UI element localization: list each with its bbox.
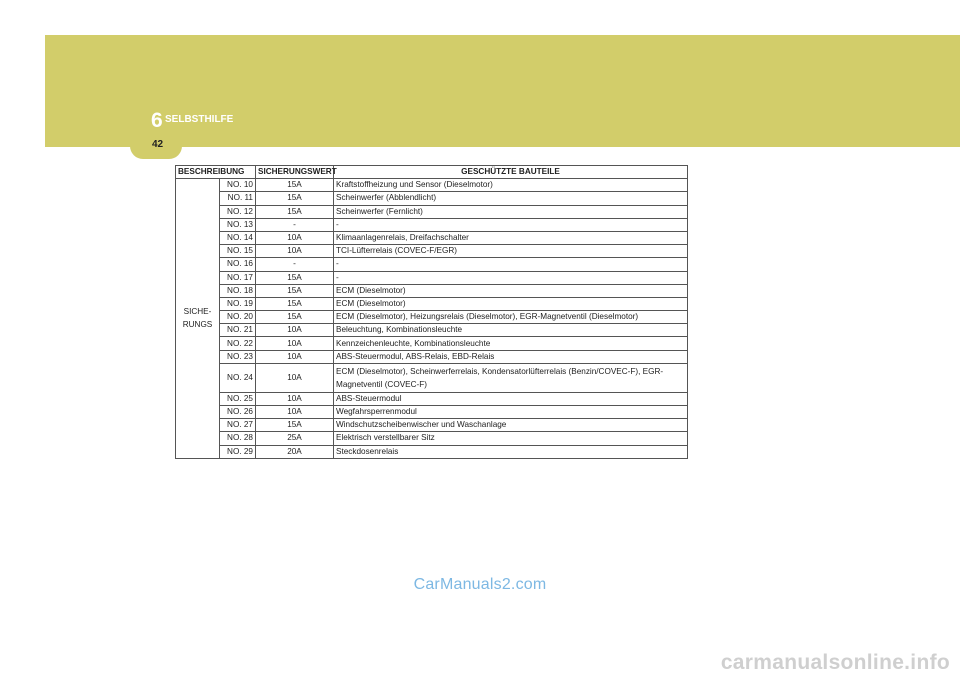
fuse-number: NO. 22 bbox=[219, 336, 256, 351]
watermark-carmanualsonline: carmanualsonline.info bbox=[720, 651, 950, 674]
fuse-rating: 15A bbox=[255, 204, 334, 219]
table-row: NO. 29 20A Steckdosenrelais bbox=[176, 444, 688, 459]
fuse-number: NO. 17 bbox=[219, 270, 256, 285]
fuse-rating: 15A bbox=[255, 270, 334, 285]
table-row: NO. 16- - bbox=[176, 257, 688, 272]
header-rating: SICHERUNGSWERT bbox=[255, 164, 337, 180]
table-row: NO. 27 15A Windschutzscheibenwischer und W… bbox=[176, 418, 688, 433]
fuse-number: NO. 29 bbox=[219, 444, 256, 459]
table-row: SICHE- RUNGS NO. 10 15A Kraftstoffheizung un… bbox=[175, 178, 688, 459]
chapter-header-band bbox=[45, 35, 960, 147]
table-row: NO. 25 10A ABS-Steuermodul bbox=[176, 391, 688, 407]
protected-components: ECM (Dieselmotor) bbox=[333, 283, 688, 298]
table-row: NO. 14 10A Klimaanlagenrelais, Dreifachsch… bbox=[176, 230, 688, 246]
table-row: NO. 11 15A Scheinwerfer (Abblendlicht) bbox=[176, 191, 688, 206]
fuse-number: NO. 23 bbox=[219, 349, 256, 364]
fuse-rating: 10A bbox=[255, 404, 334, 420]
protected-components: ABS-Steuermodul, ABS-Relais, EBD-Relais bbox=[333, 349, 688, 364]
fuse-rating: 15A bbox=[255, 296, 334, 312]
fuse-rating: - bbox=[255, 257, 334, 272]
fuse-rating: 10A bbox=[255, 362, 334, 393]
protected-components: Beleuchtung, Kombinationsleuchte bbox=[333, 323, 688, 338]
protected-components: Elektrisch verstellbarer Sitz bbox=[333, 431, 688, 446]
protected-components: ECM (Dieselmotor) bbox=[333, 296, 688, 312]
fuse-number: NO. 19 bbox=[219, 296, 256, 312]
protected-components: Scheinwerfer (Fernlicht) bbox=[333, 204, 688, 219]
table-row: NO. 28 25A Elektrisch verstellbarer Sitz bbox=[176, 431, 688, 446]
description-value-line2: RUNGS bbox=[182, 320, 213, 330]
watermark-carmanuals2[interactable]: CarManuals2.com bbox=[0, 576, 960, 594]
header-description: BESCHREIBUNG bbox=[175, 164, 256, 180]
description-cell: SICHE- RUNGS bbox=[175, 178, 220, 459]
fuse-rating: 15A bbox=[255, 310, 334, 325]
fuse-rating: 10A bbox=[255, 349, 334, 364]
fuse-rating: 15A bbox=[255, 178, 334, 193]
protected-components: Kennzeichenleuchte, Kombinationsleuchte bbox=[333, 336, 688, 351]
protected-components: Windschutzscheibenwischer und Waschanlag… bbox=[333, 418, 688, 433]
protected-components: Steckdosenrelais bbox=[333, 444, 688, 459]
fuse-number: NO. 27 bbox=[219, 418, 256, 433]
fuse-rating: 25A bbox=[255, 431, 334, 446]
protected-components: ECM (Dieselmotor), Heizungsrelais (Diese… bbox=[333, 310, 688, 325]
fuse-number: NO. 16 bbox=[219, 257, 256, 272]
protected-components: - bbox=[333, 270, 688, 285]
fuse-number: NO. 18 bbox=[219, 283, 256, 298]
fuse-number: NO. 13 bbox=[219, 217, 256, 232]
protected-components: Scheinwerfer (Abblendlicht) bbox=[333, 191, 688, 206]
table-row: NO. 21 10A Beleuchtung, Kombinationsleucht… bbox=[176, 323, 688, 338]
fuse-number: NO. 28 bbox=[219, 431, 256, 446]
table-row: NO. 24 10A ECM (Dieselmotor), Scheinwerfer… bbox=[176, 362, 688, 393]
protected-components: ECM (Dieselmotor), Scheinwerferrelais, K… bbox=[333, 362, 688, 393]
fuse-rating: - bbox=[255, 217, 334, 232]
fuse-number: NO. 20 bbox=[219, 310, 256, 325]
fuse-rating: 15A bbox=[255, 418, 334, 433]
protected-components: - bbox=[333, 257, 688, 272]
fuse-number: NO. 12 bbox=[219, 204, 256, 219]
fuse-rating: 15A bbox=[255, 191, 334, 206]
table-row: NO. 12 15A Scheinwerfer (Fernlicht) bbox=[176, 204, 688, 219]
fuse-number: NO. 21 bbox=[219, 323, 256, 338]
page-number: 42 bbox=[152, 139, 164, 150]
protected-components: Kraftstoffheizung und Sensor (Dieselmoto… bbox=[333, 178, 688, 193]
protected-components: - bbox=[333, 217, 688, 232]
fuse-table: BESCHREIBUNG SICHERUNGSWERT GESCHÜTZTE B… bbox=[175, 164, 688, 459]
protected-components: Wegfahrsperrenmodul bbox=[333, 404, 688, 420]
fuse-rating: 10A bbox=[255, 244, 334, 259]
header-components: GESCHÜTZTE BAUTEILE bbox=[333, 164, 688, 180]
fuse-rating: 10A bbox=[255, 230, 334, 246]
fuse-rating: 10A bbox=[255, 391, 334, 407]
fuse-rating: 10A bbox=[255, 336, 334, 351]
fuse-number: NO. 24 bbox=[219, 362, 256, 393]
chapter-number: 6 bbox=[151, 109, 163, 132]
protected-components: TCI-Lüfterrelais (COVEC-F/EGR) bbox=[333, 244, 688, 259]
protected-components: ABS-Steuermodul bbox=[333, 391, 688, 407]
table-row: NO. 23 10A ABS-Steuermodul, ABS-Relais, EB… bbox=[176, 349, 688, 364]
table-row: NO. 13- - bbox=[176, 217, 688, 232]
fuse-number: NO. 26 bbox=[219, 404, 256, 420]
table-row: NO. 26 10A Wegfahrsperrenmodul bbox=[176, 404, 688, 420]
fuse-number: NO. 10 bbox=[219, 178, 256, 193]
table-row: NO. 15 10A TCI-Lüfterrelais (COVEC-F/EGR) bbox=[176, 244, 688, 259]
fuse-number: NO. 25 bbox=[219, 391, 256, 407]
fuse-number: NO. 14 bbox=[219, 230, 256, 246]
table-header-row: BESCHREIBUNG SICHERUNGSWERT GESCHÜTZTE B… bbox=[175, 164, 688, 180]
table-row: NO. 18 15A ECM (Dieselmotor) bbox=[176, 283, 688, 298]
chapter-title: SELBSTHILFE bbox=[165, 114, 234, 125]
table-row: NO. 20 15A ECM (Dieselmotor), Heizungsrela… bbox=[176, 310, 688, 325]
fuse-number: NO. 15 bbox=[219, 244, 256, 259]
fuse-number: NO. 11 bbox=[219, 191, 256, 206]
table-row: NO. 17 15A - bbox=[176, 270, 688, 285]
fuse-rating: 10A bbox=[255, 323, 334, 338]
protected-components: Klimaanlagenrelais, Dreifachschalter bbox=[333, 230, 688, 246]
fuse-rating: 20A bbox=[255, 444, 334, 459]
description-value-line1: SICHE- bbox=[183, 307, 212, 317]
table-row: NO. 19 15A ECM (Dieselmotor) bbox=[176, 296, 688, 312]
fuse-rating: 15A bbox=[255, 283, 334, 298]
table-row: NO. 22 10A Kennzeichenleuchte, Kombination… bbox=[176, 336, 688, 351]
